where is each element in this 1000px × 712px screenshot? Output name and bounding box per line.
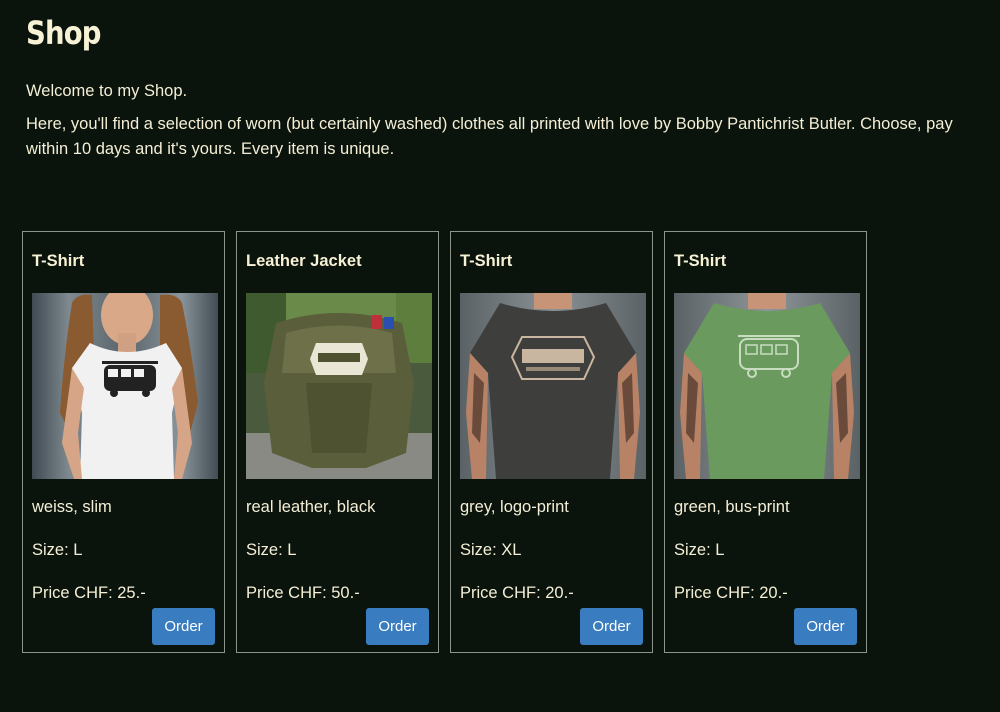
order-button[interactable]: Order: [152, 608, 215, 645]
product-card: Leather Jacket real leather, black Size:…: [236, 231, 439, 653]
product-card: T-Shirt: [450, 231, 653, 653]
order-button[interactable]: Order: [366, 608, 429, 645]
product-title: T-Shirt: [460, 252, 513, 270]
order-button[interactable]: Order: [580, 608, 643, 645]
page-title: Shop: [26, 14, 101, 52]
product-card: T-Shirt: [664, 231, 867, 653]
product-title: Leather Jacket: [246, 252, 362, 270]
product-size: Size: L: [246, 541, 297, 559]
product-price: Price CHF: 25.-: [32, 584, 146, 602]
product-price: Price CHF: 50.-: [246, 584, 360, 602]
product-description: weiss, slim: [32, 498, 112, 516]
product-size: Size: L: [674, 541, 725, 559]
product-price: Price CHF: 20.-: [674, 584, 788, 602]
product-description: green, bus-print: [674, 498, 790, 516]
product-image: [460, 293, 646, 479]
product-description: real leather, black: [246, 498, 376, 516]
welcome-text: Welcome to my Shop.: [26, 82, 188, 100]
product-card: T-Shirt: [22, 231, 225, 653]
product-size: Size: XL: [460, 541, 522, 559]
shop-description: Here, you'll find a selection of worn (b…: [26, 115, 953, 158]
product-title: T-Shirt: [674, 252, 727, 270]
product-size: Size: L: [32, 541, 83, 559]
product-image: [32, 293, 218, 479]
order-button[interactable]: Order: [794, 608, 857, 645]
product-price: Price CHF: 20.-: [460, 584, 574, 602]
product-title: T-Shirt: [32, 252, 85, 270]
shop-page: Shop Welcome to my Shop. Here, you'll fi…: [0, 0, 1000, 712]
intro-text: Welcome to my Shop. Here, you'll find a …: [26, 79, 981, 170]
product-image: [674, 293, 860, 479]
product-description: grey, logo-print: [460, 498, 569, 516]
product-image: [246, 293, 432, 479]
